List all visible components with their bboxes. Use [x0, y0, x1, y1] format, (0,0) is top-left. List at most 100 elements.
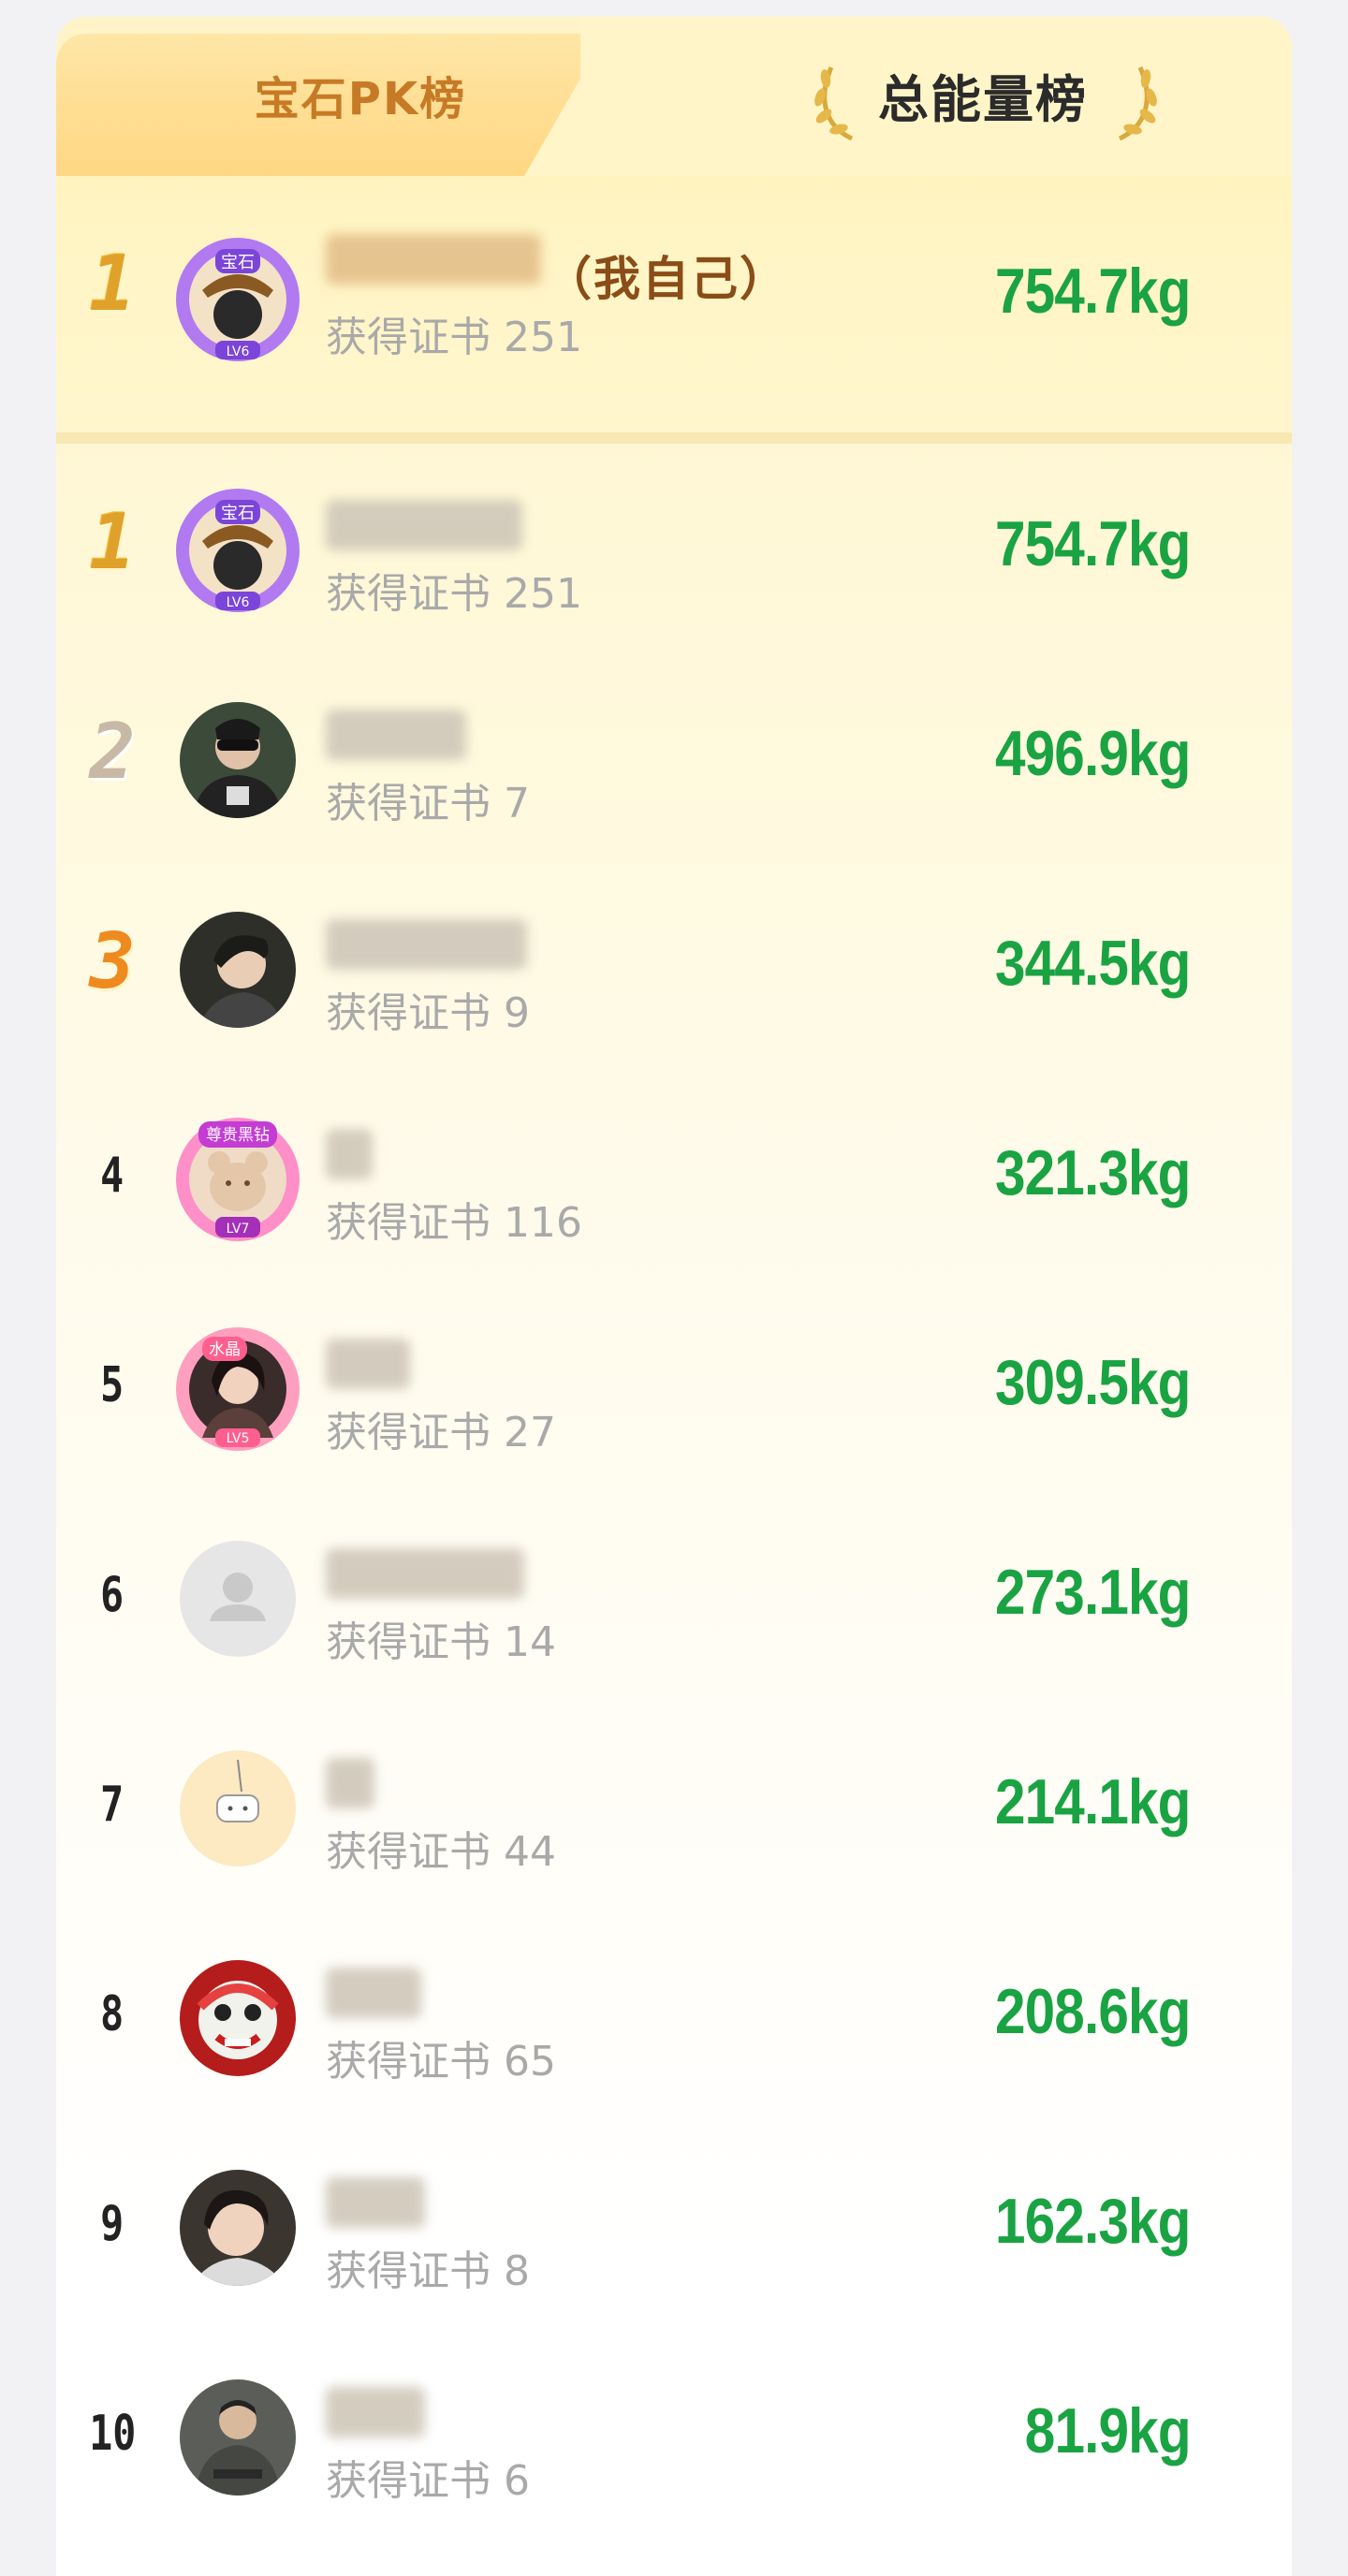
ranking-row[interactable]: 3 获得证书 9 344.5kg	[56, 865, 1292, 1075]
rank: 4	[56, 1148, 168, 1204]
blurred-username	[326, 1339, 410, 1389]
rank-number: 4	[100, 1148, 125, 1204]
blurred-username	[326, 1129, 373, 1179]
ranking-row[interactable]: 6 获得证书 14 273.1kg	[56, 1494, 1292, 1704]
blurred-username	[326, 234, 541, 285]
certificate-count: 获得证书 27	[326, 1409, 556, 1456]
rank: 9	[56, 2196, 168, 2252]
ranking-row[interactable]: 4 尊贵黑钻 LV7 获得证书 116 321.3kg	[56, 1075, 1292, 1284]
ranking-row[interactable]: 7 获得证书 44 214.1kg	[56, 1704, 1292, 1913]
rank-number: 5	[100, 1357, 125, 1413]
energy-score: 754.7kg	[995, 256, 1191, 327]
laurel-right-icon	[1118, 66, 1157, 140]
rank: 7	[56, 1777, 168, 1833]
divider	[56, 432, 1292, 444]
tab-gem-pk-label[interactable]: 宝石PK榜	[56, 62, 665, 127]
gem-badge-avatar-icon: 宝石 LV6	[176, 238, 300, 361]
rank: 3	[56, 917, 168, 1006]
energy-score: 309.5kg	[995, 1347, 1191, 1418]
avatar[interactable]	[180, 2170, 296, 2286]
certificate-count: 获得证书 14	[326, 1618, 556, 1666]
rank-number: 9	[100, 2196, 125, 2252]
certificate-count: 获得证书 9	[326, 989, 530, 1037]
lion-dance-avatar-icon	[180, 1960, 296, 2076]
certificate-count: 获得证书 251	[326, 314, 582, 361]
tab-bar: 宝石PK榜 总能量榜	[56, 17, 1292, 176]
noble-badge-avatar-icon: 尊贵黑钻 LV7	[176, 1118, 300, 1241]
ranking-row[interactable]: 8 获得证书 65 208.6kg	[56, 1913, 1292, 2123]
rank-number: 3	[89, 917, 136, 1006]
user-photo-icon	[180, 2379, 296, 2496]
certificate-count: 获得证书 251	[326, 570, 582, 618]
badge-level: LV6	[227, 344, 250, 359]
avatar[interactable]	[180, 702, 296, 818]
avatar[interactable]: 宝石 LV6	[170, 483, 305, 618]
rank-number: 7	[100, 1777, 125, 1833]
rank: 1	[56, 498, 168, 587]
gem-badge-avatar-icon: 宝石 LV6	[176, 489, 300, 612]
certificate-count: 获得证书 6	[326, 2457, 530, 2505]
energy-score: 214.1kg	[995, 1766, 1191, 1837]
ranking-row[interactable]: 5 水晶 LV5 获得证书 27 309.5kg	[56, 1284, 1292, 1494]
user-photo-icon	[180, 702, 296, 818]
energy-score: 81.9kg	[1025, 2395, 1192, 2466]
certificate-count: 获得证书 7	[326, 780, 530, 827]
energy-score: 321.3kg	[995, 1137, 1191, 1208]
rank: 2	[56, 708, 168, 797]
avatar[interactable]	[180, 2379, 296, 2496]
blurred-username	[326, 500, 522, 550]
certificate-count: 获得证书 8	[326, 2247, 530, 2295]
certificate-count: 获得证书 44	[326, 1828, 556, 1876]
rank-number: 8	[100, 1986, 125, 2042]
ranking-row[interactable]: 10 获得证书 6 81.9kg	[56, 2333, 1292, 2542]
self-ranking-row[interactable]: 1 宝石 LV6 （我自己） 获得证书 251 754.7kg	[56, 176, 1292, 432]
energy-score: 496.9kg	[995, 718, 1191, 789]
certificate-count: 获得证书 65	[326, 2038, 556, 2086]
avatar[interactable]	[180, 1750, 296, 1866]
avatar[interactable]	[180, 1541, 296, 1657]
rank: 8	[56, 1986, 168, 2042]
avatar[interactable]: 尊贵黑钻 LV7	[170, 1112, 305, 1247]
blurred-username	[326, 1758, 374, 1808]
blurred-username	[326, 2177, 425, 2228]
badge-text: 尊贵黑钻	[206, 1126, 270, 1145]
rank-number: 1	[89, 498, 136, 587]
avatar[interactable]: 水晶 LV5	[170, 1322, 305, 1456]
self-tag: （我自己）	[545, 252, 788, 306]
ranking-row[interactable]: 2 获得证书 7 496.9kg	[56, 655, 1292, 865]
rank: 5	[56, 1357, 168, 1413]
rank-number: 2	[89, 708, 136, 797]
user-photo-icon	[180, 2170, 296, 2286]
rank-number: 10	[88, 2406, 137, 2462]
blurred-username	[326, 919, 527, 970]
badge-level: LV5	[227, 1431, 250, 1446]
rank: 10	[56, 2406, 168, 2462]
rank: 6	[56, 1567, 168, 1623]
badge-text: 水晶	[209, 1340, 241, 1359]
energy-score: 208.6kg	[995, 1976, 1191, 2047]
self-rank: 1	[56, 240, 168, 329]
energy-score: 754.7kg	[995, 508, 1191, 579]
badge-level: LV7	[227, 1222, 250, 1237]
self-row-content: 1 宝石 LV6 （我自己） 获得证书 251 754.7kg	[56, 195, 1292, 404]
default-avatar-icon	[180, 1541, 296, 1657]
avatar[interactable]: 宝石 LV6	[170, 232, 305, 367]
rank-number: 6	[100, 1567, 125, 1623]
badge-text: 宝石	[221, 253, 255, 272]
self-rank-number: 1	[89, 240, 136, 329]
ranking-row[interactable]: 1 宝石 LV6 获得证书 251 754.7kg	[56, 446, 1292, 655]
badge-level: LV6	[227, 595, 250, 610]
leaderboard-card: 宝石PK榜 总能量榜 1 宝石 LV6 （我自己） 获得证书 251 754.7…	[56, 17, 1292, 2576]
crystal-badge-avatar-icon: 水晶 LV5	[176, 1327, 300, 1451]
energy-score: 273.1kg	[995, 1557, 1191, 1628]
avatar[interactable]	[180, 1960, 296, 2076]
energy-score: 162.3kg	[995, 2186, 1191, 2257]
avatar[interactable]	[180, 912, 296, 1028]
blurred-username	[326, 710, 466, 760]
energy-score: 344.5kg	[995, 928, 1191, 999]
blurred-username	[326, 2387, 425, 2437]
badge-text: 宝石	[221, 504, 255, 523]
sticker-avatar-icon	[180, 1750, 296, 1866]
ranking-row[interactable]: 9 获得证书 8 162.3kg	[56, 2123, 1292, 2333]
blurred-username	[326, 1968, 421, 2018]
